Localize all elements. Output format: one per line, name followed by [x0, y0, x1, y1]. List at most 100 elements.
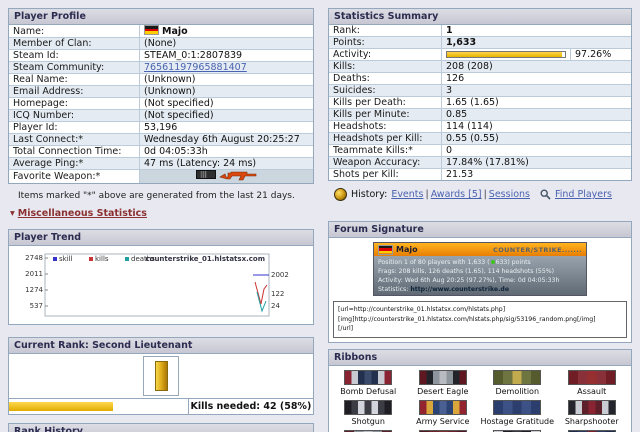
ribbon-item: Assault: [555, 369, 630, 397]
table-row: Shots per Kill: 21.53: [329, 168, 631, 180]
ribbon-label: Sharpshooter: [564, 416, 619, 426]
rank-history-header: Rank History: [9, 424, 313, 432]
table-row: Player Id: 53,196: [9, 121, 313, 134]
activity-bar-track: [446, 51, 566, 58]
history-link-awards-5-[interactable]: Awards [5]: [431, 189, 482, 200]
row-value: 47 ms (Latency: 24 ms): [139, 157, 313, 170]
row-label: Member of Clan:: [9, 37, 140, 50]
current-rank-label: Current Rank:: [14, 340, 89, 351]
table-row: ICQ Number: (Not specified): [9, 109, 313, 122]
y-tick: 537: [30, 302, 43, 310]
current-rank-header: Current Rank: Second Lieutenant: [9, 338, 313, 354]
table-row: Last Connect:* Wednesday 6th August 20:25…: [9, 133, 313, 146]
forum-signature-content: Majo COUNTER/STRIKE....... Position 1 of…: [329, 238, 631, 342]
y-tick: 2011: [25, 270, 43, 278]
row-label: Real Name:: [9, 73, 140, 86]
row-value: 3: [441, 84, 631, 97]
table-row: Favorite Weapon:*: [9, 169, 313, 183]
ribbon-label: Demolition: [495, 386, 540, 396]
table-row: Kills per Death: 1.65 (1.65): [329, 96, 631, 109]
signature-statistics-line: Statistics: http://www.counterstrike.de: [378, 286, 510, 293]
player-profile-table: Name: Majo Member of Clan: (None) Steam Id:…: [9, 25, 313, 183]
signature-frags-line: Frags: 208 kills, 126 deaths (1.65), 114…: [378, 268, 555, 275]
counter-strike-logo: COUNTER/STRIKE.......: [493, 245, 582, 254]
ribbons-header: Ribbons: [329, 349, 631, 366]
row-value: 97.26%: [441, 48, 631, 61]
row-label: Homepage:: [9, 97, 140, 110]
trend-chart: 2748 2011 1274 537 skill kills deaths co…: [9, 246, 313, 324]
bbcode-line: [img]http://counterstrike_01.hlstatsx.co…: [338, 315, 596, 323]
ribbons-grid: Bomb Defusal Desert Eagle Demolition Assaul…: [329, 366, 631, 432]
table-row: Member of Clan: (None): [9, 37, 313, 50]
signature-banner-image: Majo COUNTER/STRIKE....... Position 1 of…: [373, 242, 587, 296]
ribbon-image-hostage-gratitude: [493, 399, 542, 415]
table-row: Steam Id: STEAM_0:1:2807839: [9, 49, 313, 62]
ribbon-item: Hostage Gratitude: [480, 399, 555, 427]
signature-position-line: Position 1 of 80 players with 1,633 (633…: [378, 259, 531, 266]
row-value: 0d 04:05:33h: [139, 145, 313, 158]
signature-banner-header: Majo COUNTER/STRIKE.......: [374, 243, 586, 256]
statistics-summary-header: Statistics Summary: [329, 9, 631, 25]
ribbon-item: Army Service: [406, 399, 481, 427]
table-row: Weapon Accuracy: 17.84% (17.81%): [329, 156, 631, 169]
forum-signature-panel: Forum Signature Majo COUNTER/STRIKE.....…: [328, 221, 632, 343]
ribbon-label: Bomb Defusal: [340, 386, 397, 396]
statistics-summary-panel: Statistics Summary Rank: 1 Points: 1,633 Act…: [328, 8, 632, 181]
triangle-down-icon: ▾: [10, 208, 15, 219]
deaths-end-label: 24: [271, 302, 280, 310]
separator: |: [483, 189, 487, 200]
table-row: Activity: 97.26%: [329, 48, 631, 61]
row-value: 126: [441, 72, 631, 85]
row-value: (Not specified): [139, 109, 313, 122]
row-label: Name:: [9, 25, 140, 38]
row-label: Favorite Weapon:*: [9, 169, 140, 183]
table-row: Rank: 1: [329, 25, 631, 37]
table-row: Headshots per Kill: 0.55 (0.55): [329, 132, 631, 145]
activity-bar-fill: [447, 52, 562, 57]
ribbon-item: Demolition: [480, 369, 555, 397]
table-row: Real Name: (Unknown): [9, 73, 313, 86]
ribbon-image-army-service: [418, 399, 467, 415]
row-value: 21.53: [446, 169, 474, 180]
table-row: Email Address: (Unknown): [9, 85, 313, 98]
ribbon-item: Desert Eagle: [406, 369, 481, 397]
rank-progress-fill: [9, 402, 113, 411]
row-label: Kills per Minute:: [329, 108, 442, 121]
player-trend-panel: Player Trend 2748 2011 1274 537 skill ki…: [8, 229, 314, 325]
separator: |: [425, 189, 429, 200]
ribbon-image-sharpshooter: [567, 399, 616, 415]
plot-area: [44, 253, 270, 317]
gold-bar-insignia-icon: [154, 361, 168, 391]
row-value: (Not specified): [139, 97, 313, 110]
rank-progress-bar: [9, 399, 189, 414]
table-row: Headshots: 114 (114): [329, 120, 631, 133]
rank-progress-row: Kills needed: 42 (58%): [9, 398, 313, 414]
ribbon-image-shotgun: [344, 399, 393, 415]
row-value: 1: [441, 25, 631, 37]
bbcode-textbox[interactable]: [url=http://counterstrike_01.hlstatsx.co…: [333, 301, 627, 338]
row-label: Deaths:: [329, 72, 442, 85]
activity-percent: 97.26%: [570, 49, 631, 60]
player-trend-header: Player Trend: [9, 230, 313, 246]
row-label: Steam Community:: [9, 61, 140, 74]
table-row: Steam Community: 76561197965881407: [9, 61, 313, 74]
row-value: 0: [441, 144, 631, 157]
asterisk-note: Items marked "*" above are generated fro…: [18, 191, 295, 201]
points-up-icon: [490, 260, 495, 264]
table-row: Kills per Minute: 0.85: [329, 108, 631, 121]
legend-swatch-deaths: [125, 257, 129, 261]
miscellaneous-statistics-link[interactable]: Miscellaneous Statistics: [18, 208, 147, 219]
find-players-link[interactable]: Find Players: [555, 189, 612, 200]
table-row: Points: 1,633: [329, 36, 631, 49]
row-label: Headshots:: [329, 120, 442, 133]
legend-label-kills: kills: [95, 255, 109, 263]
row-value: 114 (114): [441, 120, 631, 133]
history-link-sessions[interactable]: Sessions: [489, 189, 530, 200]
skill-end-label: 2002: [271, 271, 289, 279]
signature-url: http://www.counterstrike.de: [410, 286, 510, 293]
table-row: Suicides: 3: [329, 84, 631, 97]
ribbon-label: Hostage Gratitude: [480, 416, 555, 426]
history-link-events[interactable]: Events: [391, 189, 423, 200]
history-label: History:: [351, 189, 388, 200]
steam-community-link[interactable]: 76561197965881407: [144, 62, 247, 73]
